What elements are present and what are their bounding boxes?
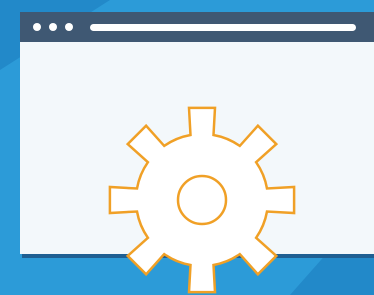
- window-dot-minimize: [49, 23, 57, 31]
- illustration-canvas: [0, 0, 374, 295]
- window-dot-maximize: [65, 23, 73, 31]
- gear-icon: [108, 106, 296, 294]
- gear-center-hole: [176, 174, 228, 226]
- window-dot-close: [33, 23, 41, 31]
- address-bar: [90, 24, 356, 31]
- settings-illustration: [0, 0, 374, 295]
